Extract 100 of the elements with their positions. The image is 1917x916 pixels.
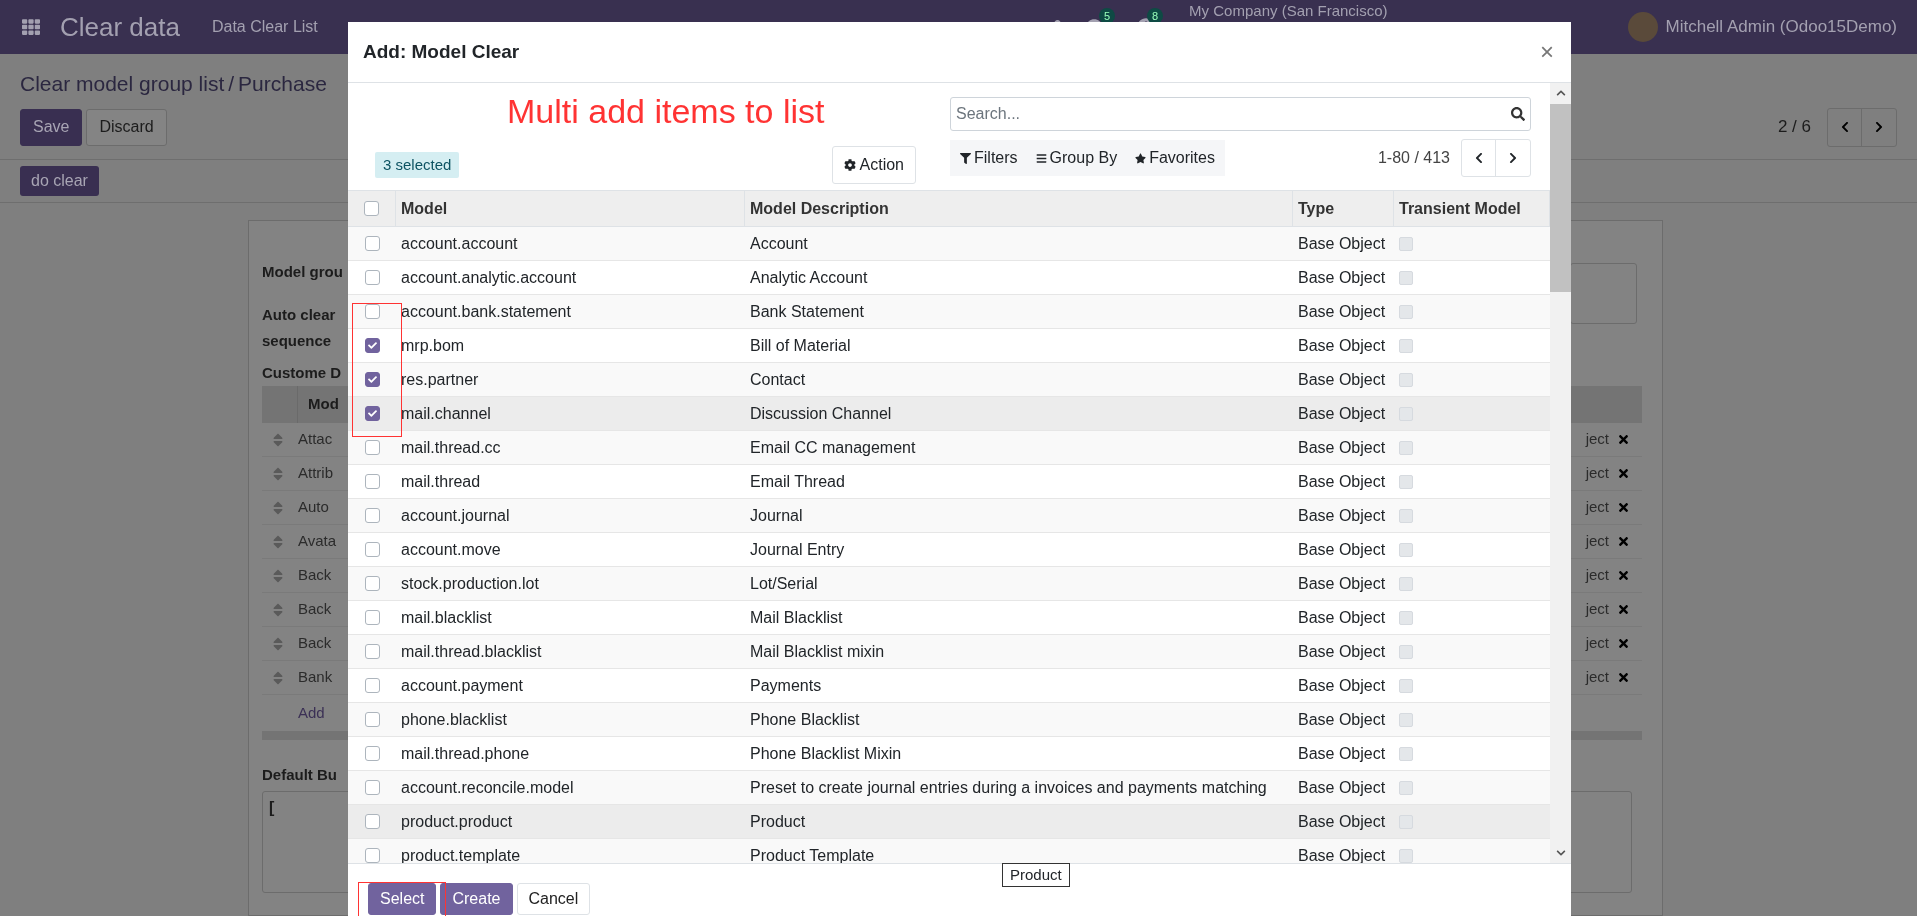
scrollbar[interactable] <box>1550 83 1571 863</box>
table-cell-text: phone.blacklist <box>401 709 507 730</box>
check-icon <box>367 409 377 418</box>
table-row[interactable]: mail.channel Discussion Channel Base Object <box>348 397 1550 431</box>
table-row[interactable]: res.partner Contact Base Object <box>348 363 1550 397</box>
row-checkbox[interactable] <box>364 440 380 455</box>
table-row[interactable]: account.bank.statement Bank Statement Base Object <box>348 295 1550 329</box>
scroll-down-icon[interactable] <box>1555 848 1566 858</box>
table-cell-text: account.reconcile.model <box>401 777 574 798</box>
table-row[interactable]: account.reconcile.model Preset to create journal entries during a invoices and payments matching Base Object <box>348 771 1550 805</box>
select-all-checkbox[interactable] <box>364 201 379 216</box>
search-panel-toggle[interactable]: Favorites <box>1135 146 1215 170</box>
drag-handle-icon[interactable] <box>272 533 284 550</box>
table-row[interactable]: mail.thread.blacklist Mail Blacklist mixin Base Object <box>348 635 1550 669</box>
row-checkbox[interactable] <box>364 678 380 693</box>
column-header[interactable]: Transient Model <box>1399 196 1521 221</box>
drag-handle-icon[interactable] <box>272 567 284 584</box>
row-checkbox[interactable] <box>364 474 380 489</box>
row-checkbox[interactable] <box>364 780 380 795</box>
form-button[interactable]: Discard <box>86 108 167 146</box>
table-cell-text: Base Object <box>1298 267 1386 288</box>
close-button[interactable]: × <box>1540 40 1554 64</box>
apps-menu-icon[interactable] <box>22 18 40 36</box>
table-cell-text: Base Object <box>1298 539 1386 560</box>
row-checkbox[interactable] <box>364 338 380 353</box>
action-button[interactable]: Action <box>831 146 916 184</box>
row-checkbox[interactable] <box>364 746 380 761</box>
table-row[interactable]: stock.production.lot Lot/Serial Base Object <box>348 567 1550 601</box>
drag-handle-icon[interactable] <box>272 465 284 482</box>
delete-icon[interactable] <box>1617 433 1630 446</box>
row-checkbox[interactable] <box>364 270 380 285</box>
delete-icon[interactable] <box>1617 603 1630 616</box>
table-cell-text: Account <box>750 233 808 254</box>
drag-handle-icon[interactable] <box>272 669 284 686</box>
check-icon <box>367 341 377 350</box>
row-checkbox[interactable] <box>364 236 380 251</box>
company-switcher[interactable]: My Company (San Francisco) <box>1189 3 1388 19</box>
breadcrumb-link[interactable]: Clear model group list <box>20 72 225 95</box>
delete-icon[interactable] <box>1617 671 1630 684</box>
table-cell-text: Journal <box>750 505 803 526</box>
table-row[interactable]: product.product Product Base Object <box>348 805 1550 839</box>
star-icon <box>1135 152 1147 164</box>
table-row[interactable]: account.journal Journal Base Object <box>348 499 1550 533</box>
menu-item[interactable]: Data Clear List <box>211 15 318 39</box>
drag-handle-icon[interactable] <box>272 635 284 652</box>
do-clear-button[interactable]: do clear <box>20 165 99 196</box>
table-cell-text: Attac <box>298 429 333 450</box>
row-checkbox[interactable] <box>364 304 380 319</box>
search-field[interactable]: Search... <box>950 97 1531 131</box>
row-checkbox[interactable] <box>364 576 380 591</box>
footer-button[interactable]: Cancel <box>516 883 591 915</box>
row-checkbox[interactable] <box>364 406 380 421</box>
row-checkbox[interactable] <box>364 542 380 557</box>
row-checkbox[interactable] <box>364 848 380 863</box>
table-cell-text: ject <box>1585 497 1609 518</box>
table-cell-text: Analytic Account <box>750 267 868 288</box>
list-icon <box>1035 152 1047 164</box>
search-panel-toggle[interactable]: Group By <box>1035 146 1118 170</box>
delete-icon[interactable] <box>1617 569 1630 582</box>
form-button[interactable]: Save <box>20 108 83 146</box>
footer-button[interactable]: Select <box>368 883 437 915</box>
delete-icon[interactable] <box>1617 467 1630 480</box>
search-icon[interactable] <box>1511 107 1525 121</box>
pager-value: 1-80 / 413 <box>1377 148 1450 168</box>
scroll-up-icon[interactable] <box>1555 88 1566 98</box>
row-checkbox[interactable] <box>364 610 380 625</box>
search-panel-toggle[interactable]: Filters <box>960 146 1018 170</box>
table-cell-text: Journal Entry <box>750 539 845 560</box>
table-cell-text: account.payment <box>401 675 523 696</box>
table-cell-text: Base Object <box>1298 811 1386 832</box>
delete-icon[interactable] <box>1617 637 1630 650</box>
avatar <box>1627 12 1658 42</box>
delete-icon[interactable] <box>1617 501 1630 514</box>
row-checkbox[interactable] <box>364 814 380 829</box>
row-checkbox[interactable] <box>364 508 380 523</box>
drag-handle-icon[interactable] <box>272 601 284 618</box>
table-cell-text: ject <box>1585 531 1609 552</box>
table-cell-text: ject <box>1585 633 1609 654</box>
drag-handle-icon[interactable] <box>272 499 284 516</box>
table-cell-text: Product <box>750 811 806 832</box>
table-row[interactable]: phone.blacklist Phone Blacklist Base Object <box>348 703 1550 737</box>
table-row[interactable]: account.account Account Base Object <box>348 227 1550 261</box>
scrollbar-thumb[interactable] <box>1550 104 1571 292</box>
row-checkbox[interactable] <box>364 712 380 727</box>
table-row[interactable]: mail.thread.cc Email CC management Base Object <box>348 431 1550 465</box>
table-cell-text: mrp.bom <box>401 335 465 356</box>
column-header[interactable]: Type <box>1298 196 1335 221</box>
row-checkbox[interactable] <box>364 644 380 659</box>
user-menu[interactable]: Mitchell Admin (Odoo15Demo) <box>1665 14 1897 40</box>
table-cell-text: ject <box>1585 599 1609 620</box>
row-checkbox[interactable] <box>364 372 380 387</box>
table-row[interactable]: product.template Product Template Base Object <box>348 839 1550 863</box>
footer-button[interactable]: Create <box>440 883 513 915</box>
column-header[interactable]: Model Description <box>750 196 889 221</box>
delete-icon[interactable] <box>1617 535 1630 548</box>
table-cell-text: Lot/Serial <box>750 573 818 594</box>
drag-handle-icon[interactable] <box>272 431 284 448</box>
table-cell-text: mail.thread.phone <box>401 743 530 764</box>
column-header[interactable]: Model <box>401 196 448 221</box>
table-cell-text: Base Object <box>1298 471 1386 492</box>
